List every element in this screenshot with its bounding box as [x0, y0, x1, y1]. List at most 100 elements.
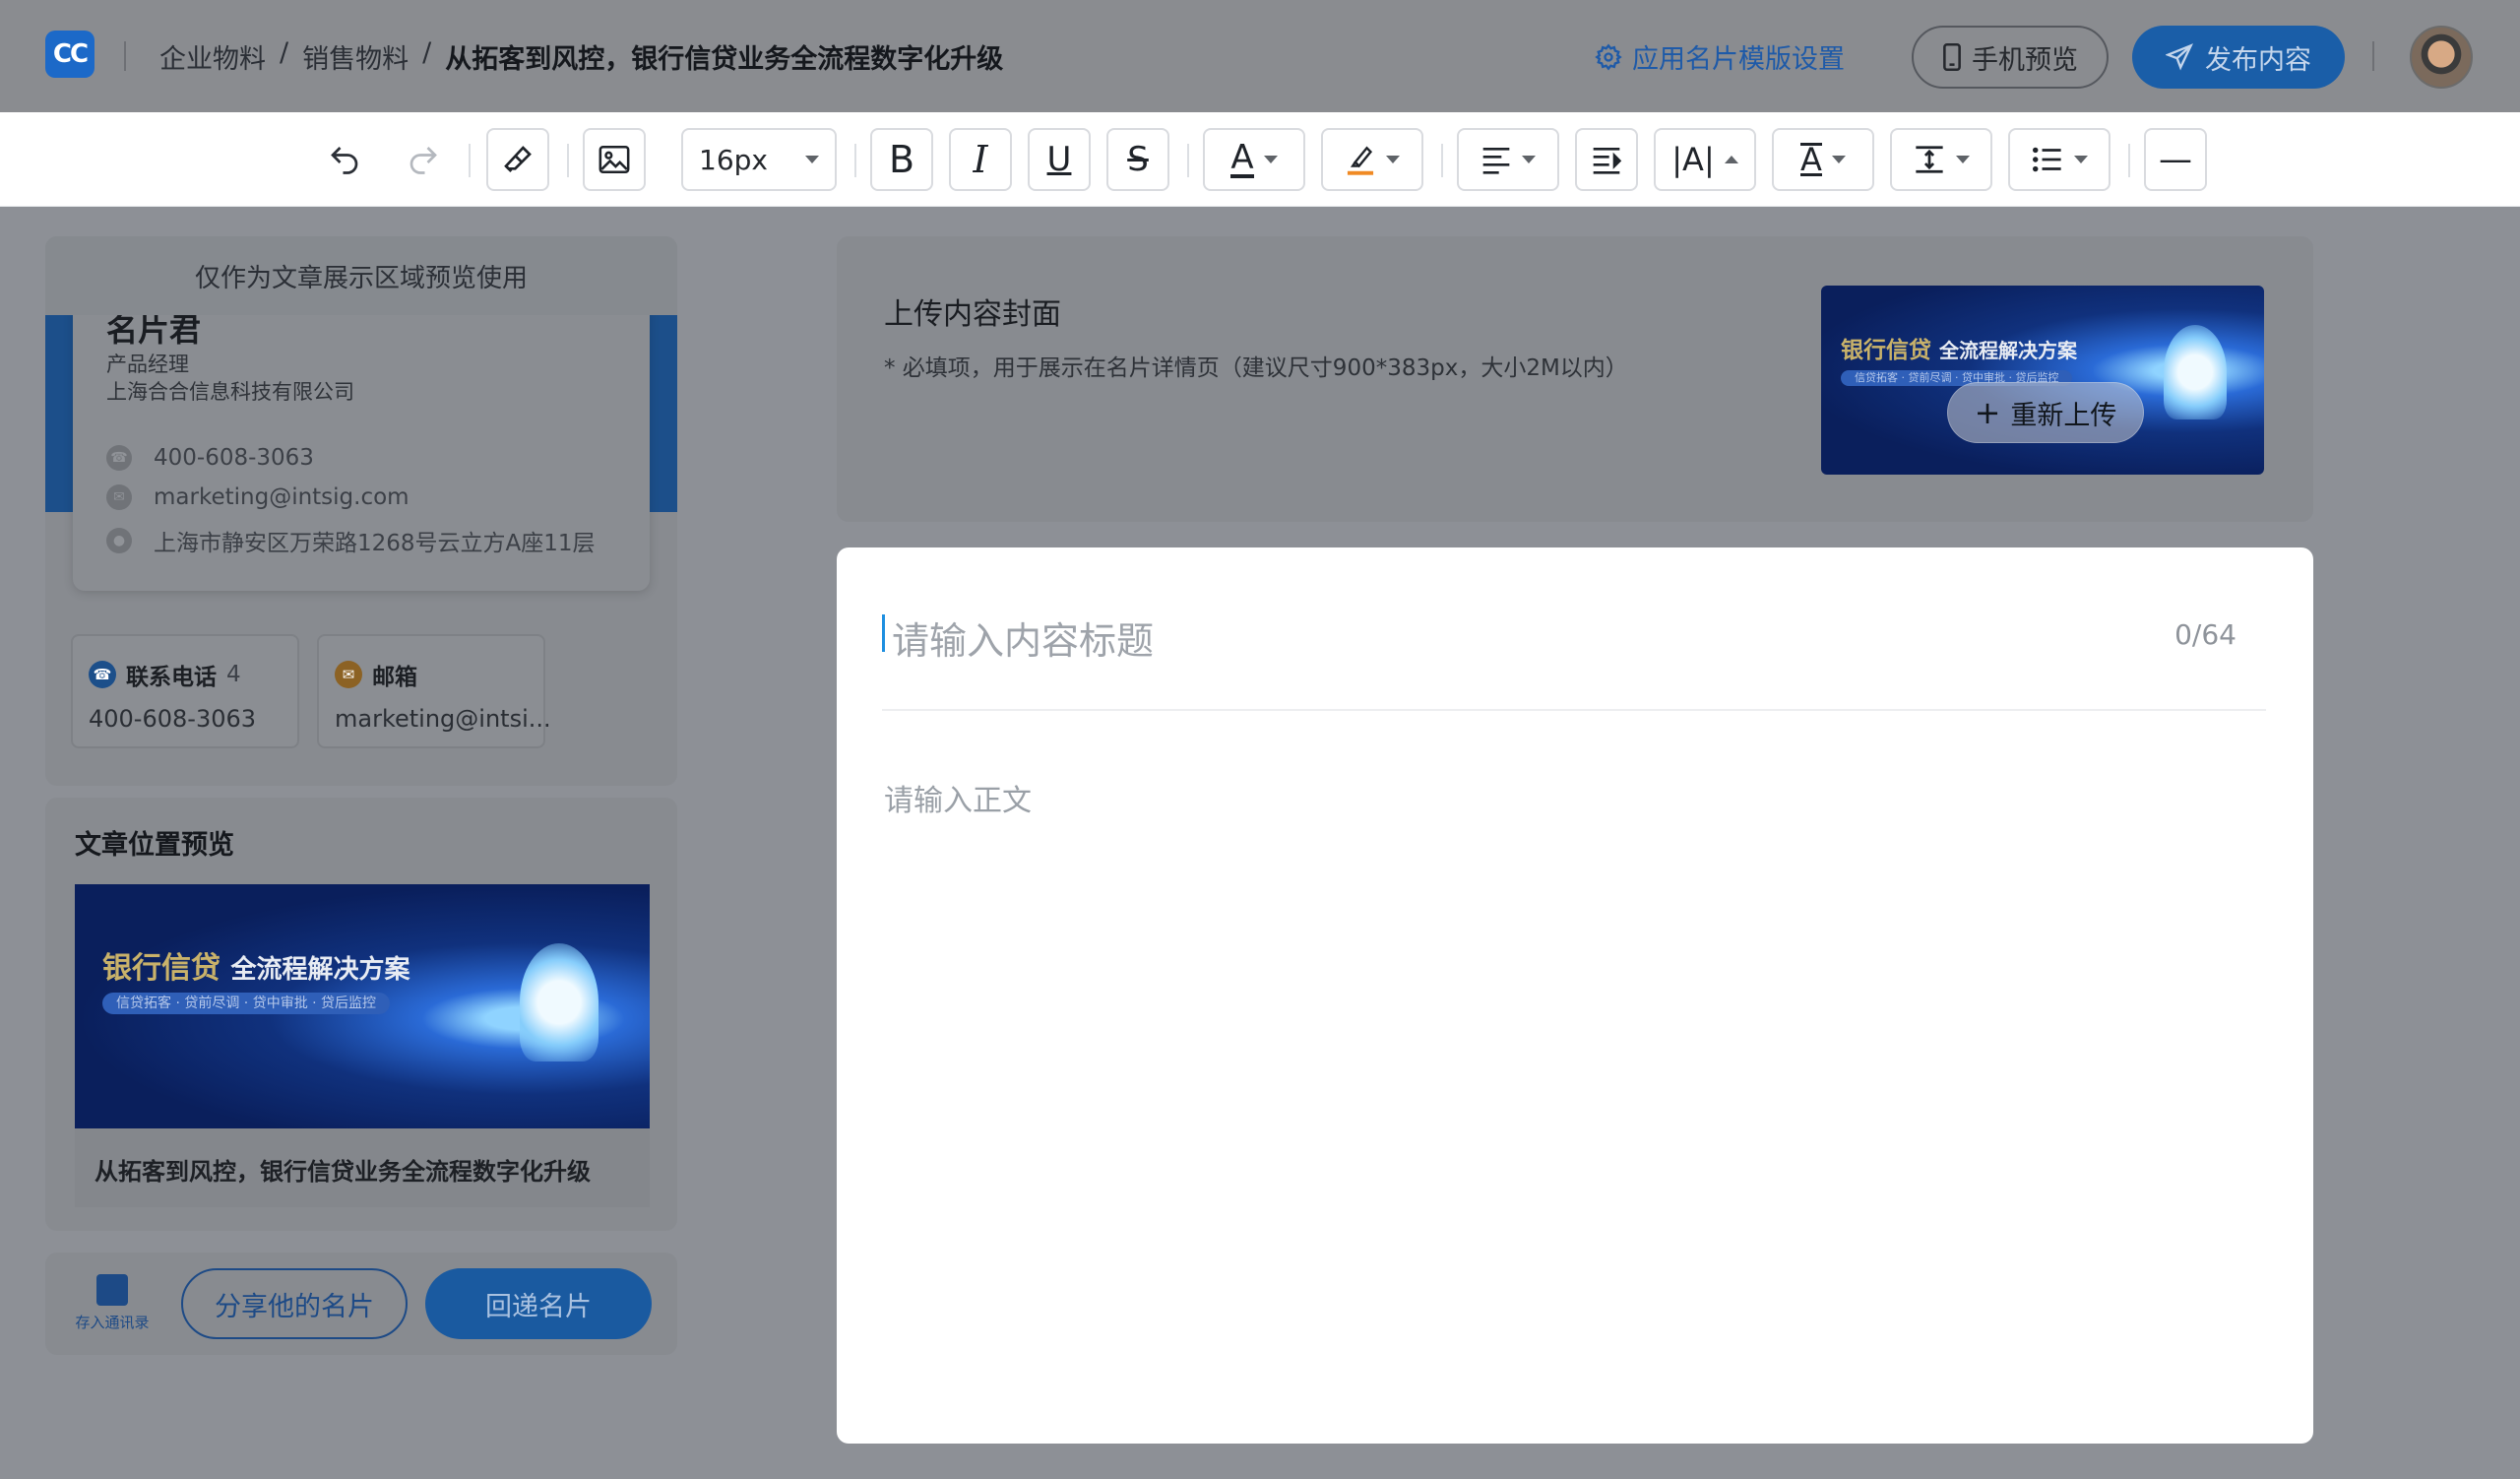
breadcrumb-item-enterprise[interactable]: 企业物料: [159, 37, 266, 76]
breadcrumb: 企业物料 / 销售物料 / 从拓客到风控，银行信贷业务全流程数字化升级: [159, 37, 1003, 76]
indent-button[interactable]: [1575, 128, 1638, 191]
template-settings-link[interactable]: 应用名片模版设置: [1595, 37, 1845, 76]
undo-button[interactable]: [319, 128, 370, 191]
insert-image-button[interactable]: [583, 128, 646, 191]
cover-hint: * 必填项，用于展示在名片详情页（建议尺寸900*383px，大小2M以内）: [884, 355, 1628, 381]
italic-button[interactable]: I: [949, 128, 1012, 191]
letter-spacing-select[interactable]: |A|: [1654, 128, 1756, 191]
toolbar-divider: [1187, 144, 1189, 177]
toolbar-divider: [469, 144, 471, 177]
chevron-down-icon: [1956, 156, 1970, 163]
contact-email-label: 邮箱: [372, 665, 417, 690]
app-logo[interactable]: CC: [45, 31, 94, 78]
mobile-preview-button[interactable]: 手机预览: [1912, 26, 2109, 89]
line-height-select[interactable]: [1890, 128, 1992, 191]
mail-icon: ✉: [106, 484, 132, 510]
user-avatar[interactable]: [2410, 26, 2473, 89]
cover-banner-headline-white: 全流程解决方案: [1939, 339, 2078, 362]
reupload-button[interactable]: + 重新上传: [1947, 382, 2144, 443]
article-preview-title: 文章位置预览: [75, 830, 234, 861]
mail-icon: ✉: [335, 661, 362, 688]
font-color-select[interactable]: A: [1203, 128, 1305, 191]
align-select[interactable]: [1457, 128, 1559, 191]
text-style-select[interactable]: A: [1772, 128, 1874, 191]
horizontal-rule-icon: —: [2159, 140, 2192, 179]
gear-icon: [1595, 42, 1622, 71]
contact-email-box[interactable]: ✉ 邮箱 marketing@intsi...: [317, 634, 551, 748]
title-input-row[interactable]: 请输入内容标题 0/64: [882, 607, 2266, 711]
cover-banner-headline: 银行信贷 全流程解决方案: [1841, 331, 2077, 364]
breadcrumb-current: 从拓客到风控，银行信贷业务全流程数字化升级: [445, 44, 1004, 75]
bold-button[interactable]: B: [870, 128, 933, 191]
eraser-icon: [504, 146, 532, 172]
font-size-value: 16px: [699, 143, 768, 176]
reply-card-button[interactable]: 回递名片: [425, 1268, 652, 1339]
text-cursor: [882, 614, 885, 652]
list-select[interactable]: [2008, 128, 2110, 191]
underline-button[interactable]: U: [1028, 128, 1091, 191]
header-divider: [124, 41, 126, 71]
editor-toolbar: 16px B I U S A |A| A —: [0, 112, 2520, 207]
undo-icon: [331, 147, 358, 174]
top-header: CC 企业物料 / 销售物料 / 从拓客到风控，银行信贷业务全流程数字化升级 应…: [0, 0, 2520, 112]
publish-label: 发布内容: [2205, 44, 2311, 76]
keyhole-graphic: [2164, 325, 2227, 419]
breadcrumb-item-sales[interactable]: 销售物料: [302, 37, 409, 76]
card-email: marketing@intsig.com: [154, 484, 410, 510]
chevron-down-icon: [1386, 156, 1400, 163]
highlighter-icon: [1347, 146, 1374, 175]
contacts-icon: [96, 1274, 128, 1306]
redo-icon: [410, 147, 437, 174]
location-icon: ●: [106, 528, 132, 553]
body-input[interactable]: 请输入正文: [884, 776, 1032, 819]
save-to-contacts-label: 存入通讯录: [75, 1314, 150, 1331]
share-card-button[interactable]: 分享他的名片: [181, 1268, 408, 1339]
letter-spacing-icon: |A|: [1671, 141, 1715, 178]
banner-subline: 信贷拓客 · 贷前尽调 · 贷中审批 · 贷后监控: [102, 993, 391, 1014]
strikethrough-button[interactable]: S: [1106, 128, 1169, 191]
font-color-icon: A: [1230, 138, 1254, 178]
template-settings-label: 应用名片模版设置: [1632, 44, 1845, 75]
title-char-count: 0/64: [2174, 618, 2236, 651]
contact-email-value: marketing@intsi...: [335, 705, 551, 733]
save-to-contacts-button[interactable]: 存入通讯录: [71, 1274, 154, 1332]
keyhole-graphic: [520, 943, 598, 1061]
chevron-down-icon: [805, 156, 819, 163]
bold-icon: B: [888, 138, 915, 181]
card-phone: 400-608-3063: [154, 445, 314, 471]
horizontal-rule-button[interactable]: —: [2144, 128, 2207, 191]
cover-title: 上传内容封面: [884, 297, 1061, 332]
publish-button[interactable]: 发布内容: [2132, 26, 2345, 89]
indent-icon: [1593, 148, 1622, 174]
title-input[interactable]: 请输入内容标题: [892, 611, 1154, 665]
contact-phone-label: 联系电话: [126, 665, 217, 690]
redo-button[interactable]: [398, 128, 449, 191]
reupload-label: 重新上传: [2010, 400, 2117, 431]
contact-phone-box[interactable]: ☎ 联系电话 4 400-608-3063: [71, 634, 299, 748]
line-height-icon: [1916, 146, 1943, 173]
header-divider: [2372, 41, 2374, 71]
card-phone-row: ☎ 400-608-3063: [106, 445, 314, 471]
cover-banner-headline-gold: 银行信贷: [1841, 338, 1931, 363]
contact-phone-count: 4: [226, 662, 241, 687]
card-job-title: 产品经理: [106, 353, 189, 376]
highlight-color-select[interactable]: [1321, 128, 1423, 191]
phone-icon: [1943, 43, 1961, 71]
italic-icon: I: [973, 138, 988, 181]
clear-format-button[interactable]: [486, 128, 549, 191]
card-email-row: ✉ marketing@intsig.com: [106, 484, 410, 510]
text-style-icon: A: [1800, 141, 1822, 178]
font-size-select[interactable]: 16px: [681, 128, 837, 191]
send-icon: [2166, 43, 2193, 71]
banner-headline-gold: 银行信贷: [102, 951, 220, 986]
chevron-down-icon: [1263, 156, 1278, 163]
article-banner-image: 银行信贷 全流程解决方案 信贷拓客 · 贷前尽调 · 贷中审批 · 贷后监控: [75, 884, 650, 1128]
toolbar-divider: [2128, 144, 2130, 177]
content-editor[interactable]: 请输入内容标题 0/64 请输入正文: [837, 547, 2313, 1444]
card-company: 上海合合信息科技有限公司: [106, 380, 354, 404]
cover-image[interactable]: 银行信贷 全流程解决方案 信贷拓客 · 贷前尽调 · 贷中审批 · 贷后监控: [1821, 286, 2264, 475]
underline-icon: U: [1046, 140, 1072, 179]
chevron-down-icon: [1831, 156, 1846, 163]
contact-email-header: ✉ 邮箱: [335, 658, 417, 691]
breadcrumb-separator: /: [422, 37, 432, 68]
